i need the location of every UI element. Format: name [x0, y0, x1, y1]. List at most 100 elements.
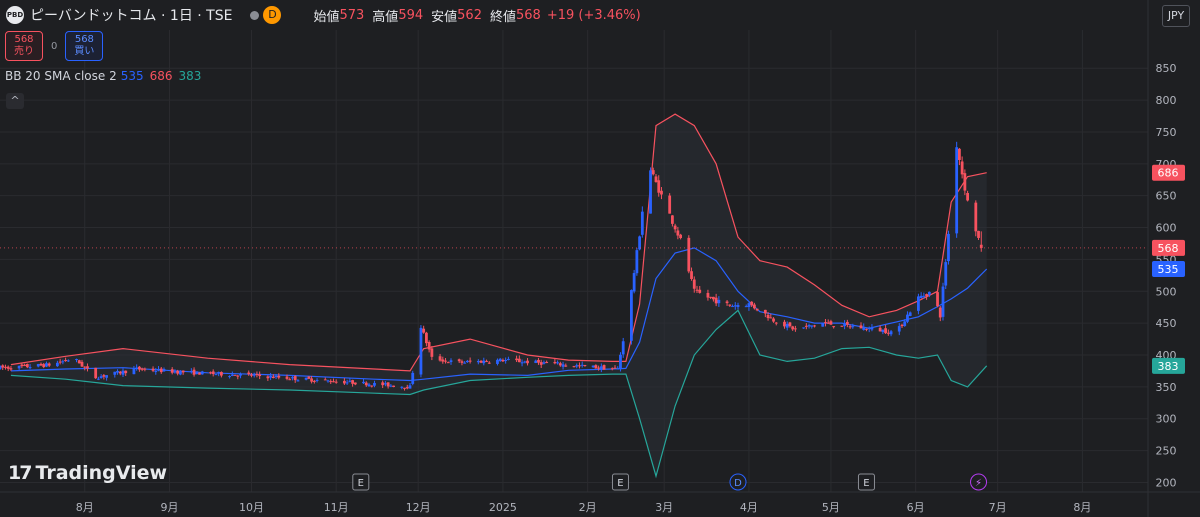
candle-body [403, 387, 406, 389]
candle-body [326, 380, 330, 382]
event-marker-label: E [617, 478, 623, 489]
candle-body [255, 374, 259, 376]
price-label-383: 383 [1152, 357, 1185, 374]
event-marker-earnings[interactable]: E [611, 473, 629, 491]
candle-body [966, 193, 969, 201]
candle-body [632, 273, 636, 292]
candle-body [501, 359, 505, 362]
price-label-text: 383 [1158, 360, 1179, 373]
candle-body [851, 326, 855, 328]
candle-body [845, 321, 849, 325]
price-tick-label: 200 [1156, 476, 1177, 489]
candle-body [542, 362, 546, 364]
candle-body [389, 385, 393, 387]
candle-body [553, 361, 557, 364]
candle-body [315, 379, 319, 381]
candle-body [717, 299, 721, 304]
event-marker-earnings[interactable]: E [352, 473, 370, 491]
event-marker-split[interactable]: ⚡ [970, 473, 988, 491]
candle-body [649, 170, 652, 214]
candle-body [422, 328, 426, 333]
candle-body [367, 384, 371, 387]
candle-body [151, 368, 155, 371]
candle-body [307, 376, 311, 379]
sell-button[interactable]: 568 売り [5, 31, 43, 61]
time-tick-label: 6月 [907, 501, 925, 514]
spread-value: 0 [51, 40, 58, 52]
candle-body [496, 359, 499, 364]
candle-body [209, 372, 212, 374]
candle-body [392, 385, 395, 388]
candle-body [578, 365, 581, 367]
candle-body [654, 176, 658, 182]
candle-body [769, 317, 773, 319]
candle-body [903, 321, 907, 326]
candle-body [438, 356, 442, 361]
currency-button[interactable]: JPY [1162, 5, 1190, 27]
exchange-badge[interactable]: D [263, 6, 282, 24]
candle-body [293, 376, 297, 381]
candle-body [881, 329, 885, 333]
candle-body [296, 380, 300, 382]
indicator-legend[interactable]: BB 20 SMA close 2 535 686 383 [5, 69, 201, 83]
candle-body [176, 370, 180, 374]
candle-body [763, 309, 767, 314]
event-marker-dividend[interactable]: D [729, 473, 747, 491]
candle-body [271, 376, 275, 379]
price-tick-label: 500 [1156, 285, 1177, 298]
buy-price: 568 [74, 34, 94, 45]
price-label-text: 535 [1158, 263, 1179, 276]
market-status-dot [250, 10, 260, 20]
candle-body [679, 234, 682, 239]
candle-body [6, 366, 10, 369]
price-label-568: 568 [1152, 239, 1185, 256]
candle-body [788, 322, 792, 327]
candle-body [922, 295, 926, 297]
candle-body [20, 364, 24, 367]
candle-body [794, 328, 797, 330]
candle-body [460, 361, 464, 363]
event-marker-earnings[interactable]: E [857, 473, 875, 491]
price-tick-label: 450 [1156, 317, 1177, 330]
indicator-name: BB 20 SMA close 2 [5, 69, 117, 83]
time-tick-label: 7月 [989, 501, 1007, 514]
candle-body [862, 327, 866, 330]
buy-button[interactable]: 568 買い [65, 31, 104, 61]
candle-body [539, 362, 543, 365]
candle-body [192, 369, 196, 375]
candle-body [247, 372, 251, 375]
candle-body [613, 367, 617, 369]
candle-body [599, 366, 603, 370]
candle-body [558, 363, 562, 366]
candle-body [958, 148, 961, 161]
candle-body [580, 364, 584, 366]
candle-body [353, 382, 357, 385]
candle-body [291, 377, 294, 379]
candle-body [47, 363, 51, 366]
time-tick-label: 2月 [579, 501, 597, 514]
candle-body [537, 359, 540, 363]
candle-body [159, 368, 163, 373]
symbol-title[interactable]: ピーバンドットコム · 1日 · TSE [30, 5, 232, 25]
candle-body [66, 360, 70, 362]
candle-body [878, 327, 882, 332]
candle-body [332, 381, 335, 383]
candle-body [616, 368, 620, 370]
candle-body [116, 371, 119, 373]
candle-body [157, 368, 160, 371]
candle-body [154, 371, 158, 373]
candle-body [736, 305, 740, 307]
candle-body [181, 370, 185, 373]
candle-body [621, 341, 625, 355]
candle-body [304, 377, 308, 380]
price-tick-label: 800 [1156, 94, 1177, 107]
collapse-legend-button[interactable]: ^ [6, 93, 24, 109]
close-value: 568 [516, 7, 541, 23]
candle-body [564, 365, 568, 367]
candle-body [698, 289, 702, 293]
candle-body [728, 304, 732, 306]
candle-body [657, 180, 661, 193]
tradingview-watermark[interactable]: 17 TradingView [8, 462, 167, 484]
candle-body [594, 365, 598, 369]
price-tick-label: 850 [1156, 62, 1177, 75]
